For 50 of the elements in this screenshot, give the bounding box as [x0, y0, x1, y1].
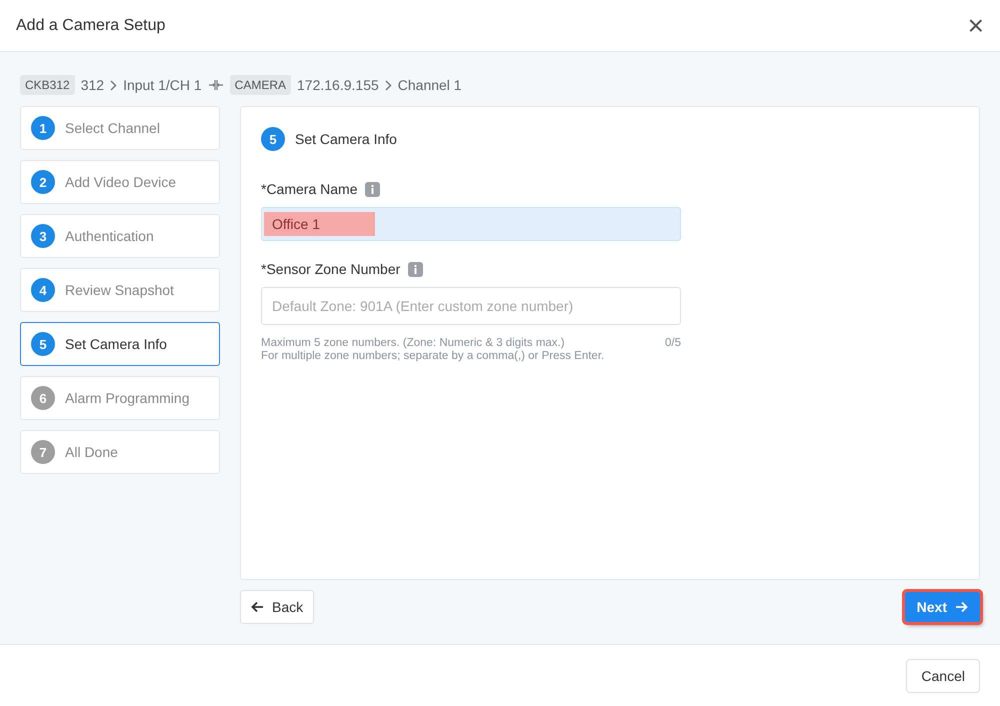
chevron-right-icon [384, 80, 392, 90]
step-number: 3 [31, 224, 55, 248]
step-number: 4 [31, 278, 55, 302]
step-item[interactable]: 4 Review Snapshot [20, 268, 220, 312]
step-label: Review Snapshot [65, 282, 174, 298]
arrow-left-icon [251, 601, 264, 613]
field-label: *Camera Name [261, 181, 358, 197]
camera-name-field[interactable]: Office 1 [261, 207, 681, 241]
breadcrumb-text: 312 [80, 77, 104, 93]
step-item[interactable]: 5 Set Camera Info [20, 322, 220, 366]
step-label: Add Video Device [65, 174, 176, 190]
step-number: 6 [31, 386, 55, 410]
breadcrumb-text: Channel 1 [398, 77, 462, 93]
hint-text: For multiple zone numbers; separate by a comma(,) or Press Enter. [261, 350, 606, 362]
step-number: 2 [31, 170, 55, 194]
chevron-right-icon [110, 80, 118, 90]
step-label: All Done [65, 444, 118, 460]
count-text: 0/5 [665, 337, 681, 349]
cancel-button[interactable]: Cancel [906, 658, 980, 692]
info-icon[interactable] [408, 262, 424, 276]
field-value: Office 1 [264, 212, 375, 236]
step-item[interactable]: 1 Select Channel [20, 106, 220, 150]
placeholder-text: Default Zone: 901A (Enter custom zone number) [272, 298, 574, 314]
breadcrumb-text: 172.16.9.155 [297, 77, 379, 93]
step-number: 1 [31, 116, 55, 140]
breadcrumb-text: Input 1/CH 1 [123, 77, 202, 93]
zone-number-field[interactable]: Default Zone: 901A (Enter custom zone number) [261, 287, 681, 325]
connector-icon [208, 79, 224, 91]
back-button[interactable]: Back [240, 590, 314, 624]
next-button[interactable]: Next [904, 592, 980, 622]
hint-text: Maximum 5 zone numbers. (Zone: Numeric & 3 digits max.) [261, 337, 565, 349]
step-number: 5 [31, 332, 55, 356]
field-label: *Sensor Zone Number [261, 261, 400, 277]
step-item[interactable]: 3 Authentication [20, 214, 220, 258]
step-label: Alarm Programming [65, 390, 190, 406]
arrow-right-icon [955, 601, 968, 613]
step-label: Authentication [65, 228, 154, 244]
step-item[interactable]: 7 All Done [20, 430, 220, 474]
step-number: 5 [261, 127, 285, 151]
device-tag: CKB312 [20, 75, 75, 95]
close-button[interactable]: × [968, 14, 984, 38]
dialog-title: Add a Camera Setup [16, 16, 166, 34]
info-icon[interactable] [365, 182, 380, 196]
step-item[interactable]: 6 Alarm Programming [20, 376, 220, 420]
step-label: Select Channel [65, 120, 160, 136]
step-label: Set Camera Info [65, 336, 167, 352]
step-item[interactable]: 2 Add Video Device [20, 160, 220, 204]
panel-title: Set Camera Info [295, 131, 397, 147]
step-number: 7 [31, 440, 55, 464]
device-tag: CAMERA [230, 75, 292, 95]
